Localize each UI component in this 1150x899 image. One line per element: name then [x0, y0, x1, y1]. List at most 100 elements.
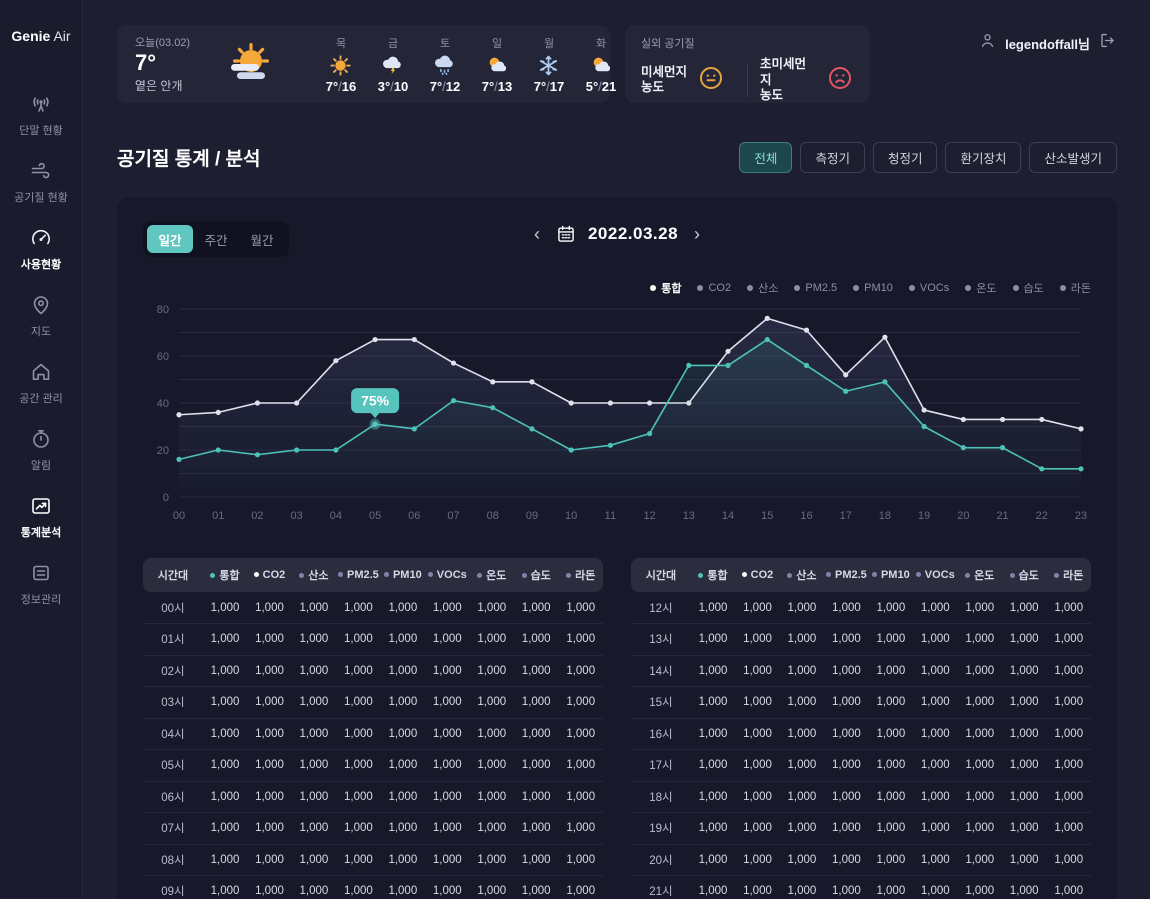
filter-button-3[interactable]: 환기장치 — [945, 142, 1021, 173]
user-account[interactable]: legendoffall님 — [978, 31, 1117, 55]
cell-value: 1,000 — [1046, 844, 1091, 876]
filter-button-4[interactable]: 산소발생기 — [1029, 142, 1117, 173]
sidebar-item-air-quality[interactable]: 공기질 현황 — [14, 159, 68, 205]
sidebar-item-spaces[interactable]: 공간 관리 — [19, 360, 63, 406]
legend-item-PM10[interactable]: PM10 — [853, 282, 893, 294]
prev-date-button[interactable]: ‹ — [530, 223, 544, 245]
cell-value: 1,000 — [869, 750, 913, 782]
cloud-lightning — [380, 53, 405, 78]
cell-value: 1,000 — [913, 592, 957, 624]
sidebar-item-map[interactable]: 지도 — [29, 293, 53, 339]
svg-text:18: 18 — [879, 510, 891, 522]
cell-value: 1,000 — [425, 718, 469, 750]
svg-text:08: 08 — [487, 510, 499, 522]
legend-item-VOCs[interactable]: VOCs — [909, 282, 949, 294]
cell-value: 1,000 — [780, 813, 824, 845]
filter-button-all[interactable]: 전체 — [739, 142, 792, 173]
pin-icon — [29, 293, 53, 317]
forecast-day-name: 월 — [544, 35, 554, 51]
cell-value: 1,000 — [558, 844, 603, 876]
cell-value: 1,000 — [958, 592, 1002, 624]
logout-icon[interactable] — [1098, 31, 1117, 55]
cell-value: 1,000 — [558, 750, 603, 782]
cell-value: 1,000 — [514, 876, 558, 899]
next-date-button[interactable]: › — [690, 223, 704, 245]
column-dot — [210, 573, 215, 578]
cell-value: 1,000 — [958, 655, 1002, 687]
cell-value: 1,000 — [1046, 750, 1091, 782]
legend-item-통합[interactable]: 통합 — [650, 280, 681, 296]
cell-value: 1,000 — [514, 781, 558, 813]
hourly-table-right: 시간대통합CO2산소PM2.5PM10VOCs온도습도라돈12시1,0001,0… — [631, 558, 1091, 899]
legend-dot — [650, 285, 656, 291]
sidebar-item-alerts[interactable]: 알림 — [29, 427, 53, 473]
chart-svg[interactable]: 0204060800001020304050607080910111213141… — [143, 299, 1091, 527]
table-row: 09시1,0001,0001,0001,0001,0001,0001,0001,… — [143, 876, 603, 899]
legend-label: 산소 — [758, 280, 778, 296]
cell-value: 1,000 — [203, 718, 247, 750]
legend-item-PM2.5[interactable]: PM2.5 — [794, 282, 837, 294]
cell-value: 1,000 — [913, 781, 957, 813]
row-hour: 00시 — [143, 592, 203, 624]
statistics-panel: 일간주간월간 ‹ 2022.03.28 › 통합 CO2 산소 PM2.5 PM… — [117, 197, 1117, 899]
column-dot — [787, 573, 792, 578]
row-hour: 18시 — [631, 781, 691, 813]
cell-value: 1,000 — [780, 687, 824, 719]
cell-value: 1,000 — [1002, 781, 1046, 813]
outdoor-air-card: 실외 공기질 미세먼지농도 초미세먼지농도 — [625, 25, 870, 103]
table-row: 04시1,0001,0001,0001,0001,0001,0001,0001,… — [143, 718, 603, 750]
cell-value: 1,000 — [336, 750, 380, 782]
legend-item-산소[interactable]: 산소 — [747, 280, 778, 296]
filter-button-2[interactable]: 청정기 — [873, 142, 938, 173]
hourly-table-left: 시간대통합CO2산소PM2.5PM10VOCs온도습도라돈00시1,0001,0… — [143, 558, 603, 899]
cell-value: 1,000 — [425, 592, 469, 624]
column-header-CO2: CO2 — [247, 558, 291, 592]
cell-value: 1,000 — [514, 592, 558, 624]
sidebar-item-stats[interactable]: 통계분석 — [21, 494, 61, 540]
cell-value: 1,000 — [691, 687, 735, 719]
cell-value: 1,000 — [336, 844, 380, 876]
sidebar-item-usage[interactable]: 사용현황 — [21, 226, 61, 272]
weather-forecast: 목 7°/16금 3°/10토 7°/12일 7°/13월 7°/17화 5°/… — [315, 35, 627, 94]
sidebar-item-devices[interactable]: 단말 현황 — [19, 92, 63, 138]
cell-value: 1,000 — [1046, 781, 1091, 813]
filter-button-1[interactable]: 측정기 — [800, 142, 865, 173]
cell-value: 1,000 — [1046, 592, 1091, 624]
cell-value: 1,000 — [558, 592, 603, 624]
cell-value: 1,000 — [292, 592, 336, 624]
legend-item-습도[interactable]: 습도 — [1013, 280, 1044, 296]
legend-item-온도[interactable]: 온도 — [965, 280, 996, 296]
weather-today-desc: 옅은 안개 — [135, 77, 221, 94]
cell-value: 1,000 — [824, 813, 868, 845]
cell-value: 1,000 — [735, 687, 779, 719]
outdoor-metric: 미세먼지농도 — [641, 64, 735, 97]
cell-value: 1,000 — [336, 624, 380, 656]
cell-value: 1,000 — [913, 844, 957, 876]
cell-value: 1,000 — [869, 655, 913, 687]
cell-value: 1,000 — [735, 718, 779, 750]
column-dot — [965, 573, 970, 578]
row-hour: 02시 — [143, 655, 203, 687]
calendar-icon[interactable] — [556, 224, 576, 244]
cell-value: 1,000 — [691, 655, 735, 687]
column-header-산소: 산소 — [292, 558, 336, 592]
cell-value: 1,000 — [1002, 624, 1046, 656]
legend-item-CO2[interactable]: CO2 — [697, 282, 731, 294]
cell-value: 1,000 — [735, 655, 779, 687]
column-header-PM10: PM10 — [869, 558, 913, 592]
cell-value: 1,000 — [425, 876, 469, 899]
row-hour: 01시 — [143, 624, 203, 656]
cell-value: 1,000 — [824, 687, 868, 719]
selected-date: 2022.03.28 — [588, 224, 678, 244]
user-icon — [978, 31, 997, 50]
cell-value: 1,000 — [558, 876, 603, 899]
line-chart[interactable]: 0204060800001020304050607080910111213141… — [143, 299, 1091, 532]
cell-value: 1,000 — [247, 750, 291, 782]
cell-value: 1,000 — [691, 718, 735, 750]
sidebar-item-info[interactable]: 정보관리 — [21, 561, 61, 607]
cell-value: 1,000 — [247, 844, 291, 876]
cell-value: 1,000 — [958, 718, 1002, 750]
cell-value: 1,000 — [292, 718, 336, 750]
fog-sun — [225, 41, 273, 89]
legend-item-라돈[interactable]: 라돈 — [1060, 280, 1091, 296]
